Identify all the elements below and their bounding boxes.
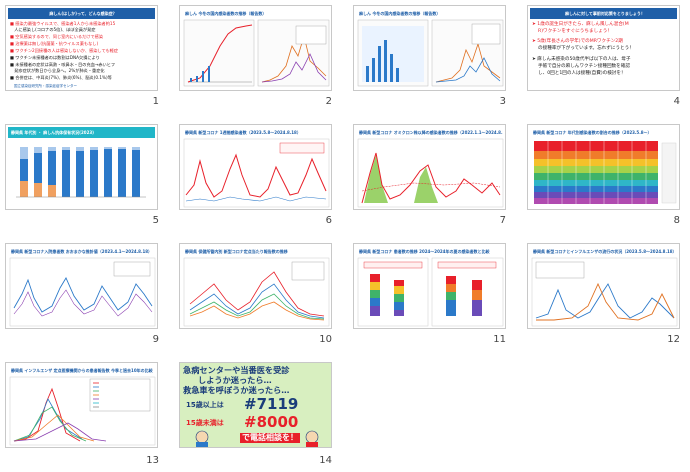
slide-chart xyxy=(9,257,156,327)
slide-text: ■ ワクチン未接種者のは数割はDNA欠損により xyxy=(10,55,100,60)
slide-thumbnail-7[interactable]: 静岡県 新型コロナ オミクロン株以降の感染者数の推移（2022.1.1〜2024… xyxy=(353,124,506,210)
slide-chart xyxy=(16,147,146,198)
slide-text: 発疹症状が数日から全身へ。2%が肺炎・重症化 xyxy=(10,68,105,73)
slide-number: 11 xyxy=(493,334,506,345)
slide-thumbnail-5[interactable]: 静岡県 年代別 ・ 麻しん抗体保有状況(2023) xyxy=(5,124,158,210)
slide-number: 10 xyxy=(319,334,332,345)
slide-text: ➤ 1歳の誕生日がきたら、麻しん風しん混合(M xyxy=(532,22,629,27)
slide-number: 1 xyxy=(152,96,159,107)
slide-thumbnail-1[interactable]: 麻しん(はしか)って、どんな感染症？ ■ 感染力最強ウイルスで、感染者1人から未… xyxy=(5,5,158,91)
slide-chart xyxy=(357,138,504,208)
slide-text: ➤ 5歳(年長さんの学年)でのMRワクチン2期 xyxy=(532,39,623,44)
slide-thumbnail-4[interactable]: 麻しんに対して事前対応策をとりましょう！ ➤ 1歳の誕生日がきたら、麻しん風しん… xyxy=(527,5,680,91)
slide-text: 人に感染し(コロナの5倍)、ほぼ全員が発症 xyxy=(10,27,96,32)
slide-text: し、0回と1回の人は接種(自費)の検討を！ xyxy=(532,71,626,76)
slide-chart xyxy=(534,141,677,204)
slide-text: ■ 空気感染するので、同じ室内にいるだけで感染 xyxy=(10,34,104,39)
slide-text: R)ワクチンをすぐにうちましょう！ xyxy=(532,29,612,34)
slide-thumbnail-10[interactable]: 静岡県 保健所管内別 新型コロナ定点当たり報告数の推移 xyxy=(179,243,332,329)
slide-thumbnail-3[interactable]: 麻しん 今冬の国内感染者数の推移（報告数） xyxy=(353,5,506,91)
slide-text: ■ 治療薬は無し(抗菌薬・抗ウイルス薬もなし) xyxy=(10,41,99,46)
slide-number: 5 xyxy=(152,215,159,226)
slide-number: 13 xyxy=(146,455,159,466)
slide-text: ■ 未接種者の症状は高熱・咳鼻水・目の充血→赤いヒフ xyxy=(10,62,116,67)
slide-text: ■ ワクチン2回接種の人は感染しないか、感染しても軽症 xyxy=(10,48,119,53)
slide-number: 7 xyxy=(499,215,506,226)
phone-icon xyxy=(195,430,319,447)
slide-chart xyxy=(183,19,330,87)
slide-chart xyxy=(531,257,678,327)
slide-thumbnail-12[interactable]: 静岡県 新型コロナとインフルエンザの流行の状況（2023.5.8〜2024.8.… xyxy=(527,243,680,329)
slide-chart xyxy=(357,19,504,87)
slide-thumbnail-8[interactable]: 静岡県 新型コロナ 年代別感染者数の割合の推移（2023.5.8〜） xyxy=(527,124,680,210)
slide-chart xyxy=(357,257,504,327)
slide-number: 2 xyxy=(325,96,332,107)
slide-thumbnail-2[interactable]: 麻しん 今冬の国内感染者数の推移（報告数） xyxy=(179,5,332,91)
slide-text: ➤ 麻しん未感染の50歳代半ば以下の人は、母子 xyxy=(532,57,631,62)
slide-number: 14 xyxy=(319,455,332,466)
slide-number: 9 xyxy=(152,334,159,345)
slide-thumbnail-13[interactable]: 静岡県 インフルエンザ 定点医療機関からの患者報告数 今季と過去10年の比較 xyxy=(5,362,158,448)
slide-thumbnail-9[interactable]: 静岡県 新型コロナ入院患者数 おおまかな推計値（2023.4.1〜2024.8.… xyxy=(5,243,158,329)
slide-number: 6 xyxy=(325,215,332,226)
slide-title: 麻しんに対して事前対応策をとりましょう！ xyxy=(530,8,677,19)
slide-footer: 国立感染症研究所・感染症疫学センター xyxy=(14,84,77,88)
slide-number: 4 xyxy=(673,96,680,107)
slide-thumbnail-14[interactable]: 急病センターや当番医を受診 しようか迷ったら… 救急車を呼ぼうか迷ったら… 15… xyxy=(179,362,332,448)
slide-chart xyxy=(183,138,330,208)
slide-text: の接種率が下がっています。忘れずにうとう！ xyxy=(532,46,634,51)
slide-chart xyxy=(9,376,156,446)
slide-text: ■ 感染力最強ウイルスで、感染者1人から未感染者約15 xyxy=(10,21,116,26)
slide-number: 8 xyxy=(673,215,680,226)
slide-number: 12 xyxy=(667,334,680,345)
slide-number: 3 xyxy=(499,96,506,107)
slide-title: 麻しん(はしか)って、どんな感染症？ xyxy=(8,8,155,19)
slide-thumbnail-6[interactable]: 静岡県 新型コロナ 1週間感染者数（2023.5.8〜2024.8.18） xyxy=(179,124,332,210)
slide-chart xyxy=(183,257,330,327)
slide-thumbnail-11[interactable]: 静岡県 新型コロナ 患者数の推移 2024〜2024年の夏の感染者数と比較 xyxy=(353,243,506,329)
slide-text: ■ 合併症は、中耳炎(7%)、肺炎(6%)、脳炎(0.1%)等 xyxy=(10,75,112,80)
slide-text: 手帳で自分の麻しんワクチン接種回数を確認 xyxy=(532,64,630,69)
